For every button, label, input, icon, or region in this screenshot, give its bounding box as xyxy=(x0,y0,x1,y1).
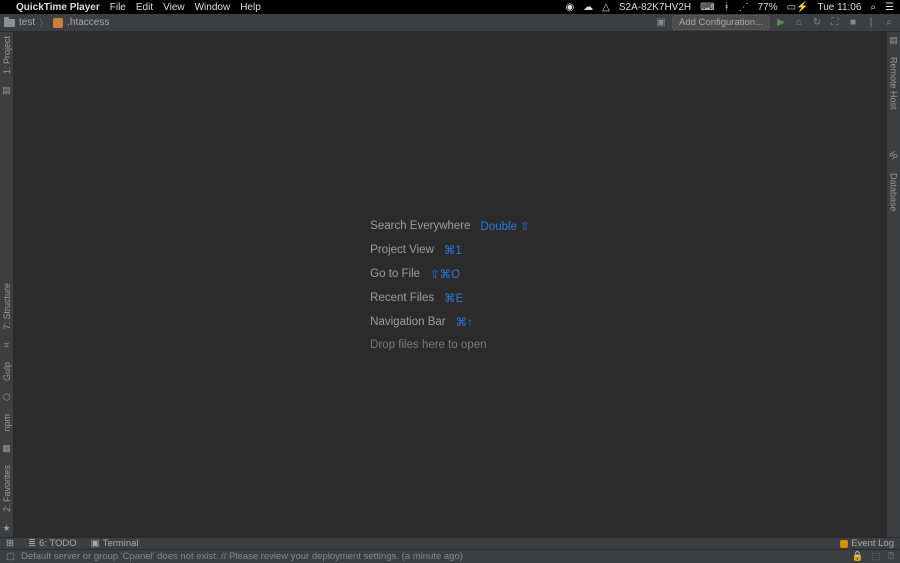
tool-npm[interactable]: npm xyxy=(2,414,12,432)
editor-area[interactable]: Search Everywhere Double ⇧ Project View … xyxy=(14,32,886,537)
status-message: Default server or group 'Cpanel' does no… xyxy=(21,551,463,562)
profile-icon[interactable]: ⛶ xyxy=(828,16,842,30)
host-name: S2A-82K7HV2H xyxy=(619,2,691,13)
project-folder-icon[interactable]: ▤ xyxy=(2,86,11,95)
bottom-tool-tabs: ⊞ ≣ 6: TODO ▣ Terminal Event Log xyxy=(0,537,900,549)
remote-host-icon[interactable]: ▤ xyxy=(889,36,898,45)
search-icon[interactable]: ⌕ xyxy=(882,16,896,30)
hint-recent-files: Recent Files ⌘E xyxy=(370,291,530,305)
app-name[interactable]: QuickTime Player xyxy=(16,2,100,13)
favorites-star-icon[interactable]: ★ xyxy=(2,524,10,533)
battery-icon[interactable]: ▭⚡ xyxy=(787,2,809,13)
memory-indicator[interactable]: ⬚ xyxy=(871,551,880,562)
workspace: 1: Project ▤ 7: Structure ⌗ Gulp ⬡ npm ▦… xyxy=(0,32,900,537)
tool-project[interactable]: 1: Project xyxy=(2,36,12,74)
battery-percent[interactable]: 77% xyxy=(758,2,778,13)
database-icon[interactable]: 🝰 xyxy=(889,152,898,161)
hint-shortcut: ⌘↑ xyxy=(456,315,473,329)
hint-label: Search Everywhere xyxy=(370,220,470,232)
hint-shortcut: ⌘1 xyxy=(444,243,462,257)
menu-edit[interactable]: Edit xyxy=(136,2,153,13)
tool-gulp[interactable]: Gulp xyxy=(2,362,12,381)
menu-file[interactable]: File xyxy=(110,2,126,13)
hint-shortcut: ⇧⌘O xyxy=(430,267,460,281)
tool-database[interactable]: Database xyxy=(889,173,899,212)
spotlight-icon[interactable]: ⌕ xyxy=(870,2,876,13)
macos-menubar: QuickTime Player File Edit View Window H… xyxy=(0,0,900,14)
left-tool-strip: 1: Project ▤ 7: Structure ⌗ Gulp ⬡ npm ▦… xyxy=(0,32,14,537)
debug-icon[interactable]: ⌂ xyxy=(792,16,806,30)
hint-label: Navigation Bar xyxy=(370,316,445,328)
windows-icon[interactable]: ⊞ xyxy=(6,538,14,549)
hint-search-everywhere: Search Everywhere Double ⇧ xyxy=(370,219,530,233)
breadcrumb[interactable]: test 〉 .htaccess xyxy=(4,15,109,30)
gulp-tool-icon[interactable]: ⬡ xyxy=(3,393,11,402)
breadcrumb-project[interactable]: test xyxy=(19,17,35,28)
hint-label: Recent Files xyxy=(370,292,434,304)
deployment-icon[interactable]: ▣ xyxy=(654,16,668,30)
bluetooth-icon[interactable]: ᚼ xyxy=(724,2,730,13)
wifi-icon[interactable]: ⋰ xyxy=(739,2,749,13)
lock-icon[interactable]: 🔒 xyxy=(851,551,863,562)
hint-label: Go to File xyxy=(370,268,420,280)
status-bar: ▢ Default server or group 'Cpanel' does … xyxy=(0,549,900,563)
tab-event-log[interactable]: Event Log xyxy=(840,538,894,549)
hint-go-to-file: Go to File ⇧⌘O xyxy=(370,267,530,281)
terminal-icon: ▣ xyxy=(91,538,100,549)
menu-window[interactable]: Window xyxy=(195,2,231,13)
event-log-icon xyxy=(840,540,848,548)
hint-project-view: Project View ⌘1 xyxy=(370,243,530,257)
hint-label: Drop files here to open xyxy=(370,339,486,351)
record-icon[interactable]: ◉ xyxy=(565,2,574,13)
coverage-icon[interactable]: ↻ xyxy=(810,16,824,30)
tool-favorites[interactable]: 2: Favorites xyxy=(2,465,12,512)
htaccess-file-icon xyxy=(53,18,63,28)
run-icon[interactable]: ▶ xyxy=(774,16,788,30)
tab-todo[interactable]: ≣ 6: TODO xyxy=(28,538,77,549)
keyboard-icon[interactable]: ⌨ xyxy=(700,2,714,13)
tool-remote-host[interactable]: Remote Host xyxy=(889,57,899,110)
hint-label: Project View xyxy=(370,244,434,256)
tab-terminal[interactable]: ▣ Terminal xyxy=(91,538,139,549)
folder-icon xyxy=(4,19,15,27)
hint-navigation-bar: Navigation Bar ⌘↑ xyxy=(370,315,530,329)
clock[interactable]: Tue 11:06 xyxy=(818,2,862,13)
welcome-hints: Search Everywhere Double ⇧ Project View … xyxy=(370,219,530,351)
npm-tool-icon[interactable]: ▦ xyxy=(2,444,11,453)
divider: | xyxy=(864,16,878,30)
hint-shortcut: Double ⇧ xyxy=(481,219,530,233)
ide-toolbar: test 〉 .htaccess ▣ Add Configuration... … xyxy=(0,14,900,32)
control-center-icon[interactable]: ☰ xyxy=(885,2,894,13)
triangle-icon[interactable]: △ xyxy=(602,2,610,13)
hint-shortcut: ⌘E xyxy=(444,291,463,305)
menu-view[interactable]: View xyxy=(163,2,185,13)
help-icon[interactable]: ⍰ xyxy=(888,551,894,562)
breadcrumb-file[interactable]: .htaccess xyxy=(67,17,109,28)
right-tool-strip: ▤ Remote Host 🝰 Database xyxy=(886,32,900,537)
stop-icon[interactable]: ■ xyxy=(846,16,860,30)
add-configuration-button[interactable]: Add Configuration... xyxy=(672,15,770,30)
structure-tool-icon[interactable]: ⌗ xyxy=(4,341,9,350)
cloud-icon[interactable]: ☁ xyxy=(583,2,593,13)
menu-help[interactable]: Help xyxy=(240,2,261,13)
tool-structure[interactable]: 7: Structure xyxy=(2,283,12,330)
todo-icon: ≣ xyxy=(28,538,36,549)
hint-drop-files: Drop files here to open xyxy=(370,339,530,351)
status-icon[interactable]: ▢ xyxy=(6,551,15,562)
breadcrumb-separator: 〉 xyxy=(39,15,49,30)
